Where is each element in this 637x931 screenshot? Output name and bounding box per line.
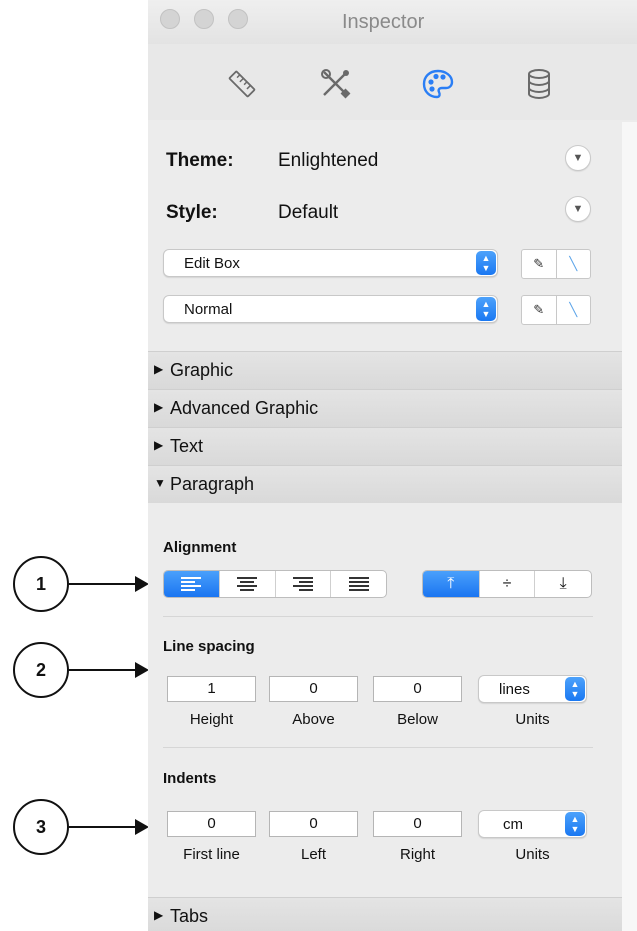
style-picker-pair-1: ✎ ╲: [521, 249, 591, 279]
section-tabs[interactable]: ▶ Tabs: [148, 897, 622, 931]
divider: [163, 747, 593, 748]
theme-label: Theme:: [166, 150, 234, 171]
disclosure-right-icon: ▶: [154, 400, 164, 414]
align-middle-button[interactable]: ÷: [480, 571, 536, 597]
apply-style-button[interactable]: ╲: [557, 296, 591, 324]
theme-menu-button[interactable]: ▼: [565, 145, 591, 171]
eyedropper-icon: ✎: [533, 256, 545, 271]
popup-stepper-icon: ▲ ▼: [565, 677, 585, 701]
line-spacing-units-popup[interactable]: lines ▲ ▼: [478, 675, 587, 703]
indents-units-popup[interactable]: cm ▲ ▼: [478, 810, 587, 838]
scroll-area-edge: [622, 122, 637, 931]
align-left-icon: [181, 577, 202, 591]
window-title: Inspector: [342, 11, 425, 33]
disclosure-right-icon: ▶: [154, 438, 164, 452]
disclosure-right-icon: ▶: [154, 362, 164, 376]
left-indent-field[interactable]: 0: [269, 811, 358, 837]
theme-value: Enlightened: [278, 150, 379, 171]
section-title: Tabs: [170, 906, 209, 926]
minimize-window-button[interactable]: [194, 9, 214, 29]
brush-icon: ╲: [569, 256, 578, 271]
align-center-icon: [237, 577, 258, 591]
callout-arrow-3: [69, 819, 149, 835]
alignment-label: Alignment: [163, 539, 237, 556]
tools-icon[interactable]: [314, 62, 358, 106]
line-spacing-label: Line spacing: [163, 638, 255, 655]
align-right-icon: [292, 577, 313, 591]
divider: [163, 616, 593, 617]
section-title: Advanced Graphic: [170, 398, 319, 418]
callout-arrow-2: [69, 662, 149, 678]
align-middle-icon: ÷: [502, 575, 512, 592]
close-window-button[interactable]: [160, 9, 180, 29]
style-label: Style:: [166, 202, 218, 223]
first-line-indent-field[interactable]: 0: [167, 811, 256, 837]
above-caption: Above: [292, 711, 335, 728]
vertical-alignment-control: ⤒ ÷ ⤓: [422, 570, 592, 598]
callout-arrow-1: [69, 576, 149, 592]
popup-stepper-icon: ▲ ▼: [476, 251, 496, 275]
space-above-field[interactable]: 0: [269, 676, 358, 702]
normal-popup-value: Normal: [184, 301, 233, 318]
space-below-field[interactable]: 0: [373, 676, 462, 702]
callout-1: 1: [13, 556, 69, 612]
right-caption: Right: [399, 846, 436, 863]
horizontal-alignment-control: [163, 570, 387, 598]
title-bar: Inspector: [148, 0, 637, 44]
pick-style-button[interactable]: ✎: [522, 296, 557, 324]
section-paragraph[interactable]: ▼ Paragraph: [148, 465, 622, 503]
align-right-button[interactable]: [276, 571, 332, 597]
popup-stepper-icon: ▲ ▼: [476, 297, 496, 321]
below-caption: Below: [397, 711, 438, 728]
inspector-window: Inspector Theme: Enlightened ▼ Style: De…: [148, 0, 637, 931]
indents-label: Indents: [163, 770, 217, 787]
section-advanced-graphic[interactable]: ▶ Advanced Graphic: [148, 389, 622, 427]
section-graphic[interactable]: ▶ Graphic: [148, 351, 622, 389]
section-title: Graphic: [170, 360, 234, 380]
indents-units-value: cm: [503, 816, 523, 833]
align-center-button[interactable]: [220, 571, 276, 597]
align-justify-icon: [348, 577, 369, 591]
align-bottom-icon: ⤓: [559, 575, 567, 592]
popup-stepper-icon: ▲ ▼: [565, 812, 585, 836]
style-menu-button[interactable]: ▼: [565, 196, 591, 222]
indents-units-caption: Units: [515, 846, 550, 863]
section-title: Text: [170, 436, 204, 456]
line-spacing-units-value: lines: [499, 681, 530, 698]
brush-icon: ╲: [569, 302, 578, 317]
align-top-icon: ⤒: [447, 575, 455, 592]
database-icon[interactable]: [517, 62, 561, 106]
line-height-field[interactable]: 1: [167, 676, 256, 702]
chevron-down-icon: ▼: [572, 152, 584, 164]
align-top-button[interactable]: ⤒: [423, 571, 480, 597]
section-text[interactable]: ▶ Text: [148, 427, 622, 465]
disclosure-right-icon: ▶: [154, 908, 164, 922]
height-caption: Height: [189, 711, 234, 728]
align-left-button[interactable]: [164, 571, 220, 597]
inspector-toolbar: [148, 44, 637, 120]
eyedropper-icon: ✎: [533, 302, 545, 317]
style-picker-pair-2: ✎ ╲: [521, 295, 591, 325]
align-justify-button[interactable]: [331, 571, 386, 597]
palette-icon[interactable]: [416, 62, 460, 106]
apply-style-button[interactable]: ╲: [557, 250, 591, 278]
callout-3: 3: [13, 799, 69, 855]
pick-style-button[interactable]: ✎: [522, 250, 557, 278]
ruler-icon[interactable]: [220, 62, 264, 106]
chevron-down-icon: ▼: [572, 203, 584, 215]
disclosure-down-icon: ▼: [154, 476, 166, 490]
units-caption: Units: [515, 711, 550, 728]
left-caption: Left: [300, 846, 327, 863]
edit-box-popup[interactable]: Edit Box ▲ ▼: [163, 249, 498, 277]
callout-2: 2: [13, 642, 69, 698]
align-bottom-button[interactable]: ⤓: [535, 571, 591, 597]
style-value: Default: [278, 202, 339, 223]
right-indent-field[interactable]: 0: [373, 811, 462, 837]
normal-popup[interactable]: Normal ▲ ▼: [163, 295, 498, 323]
first-line-caption: First line: [183, 846, 240, 863]
zoom-window-button[interactable]: [228, 9, 248, 29]
edit-box-popup-value: Edit Box: [184, 255, 240, 272]
section-title: Paragraph: [170, 474, 255, 494]
